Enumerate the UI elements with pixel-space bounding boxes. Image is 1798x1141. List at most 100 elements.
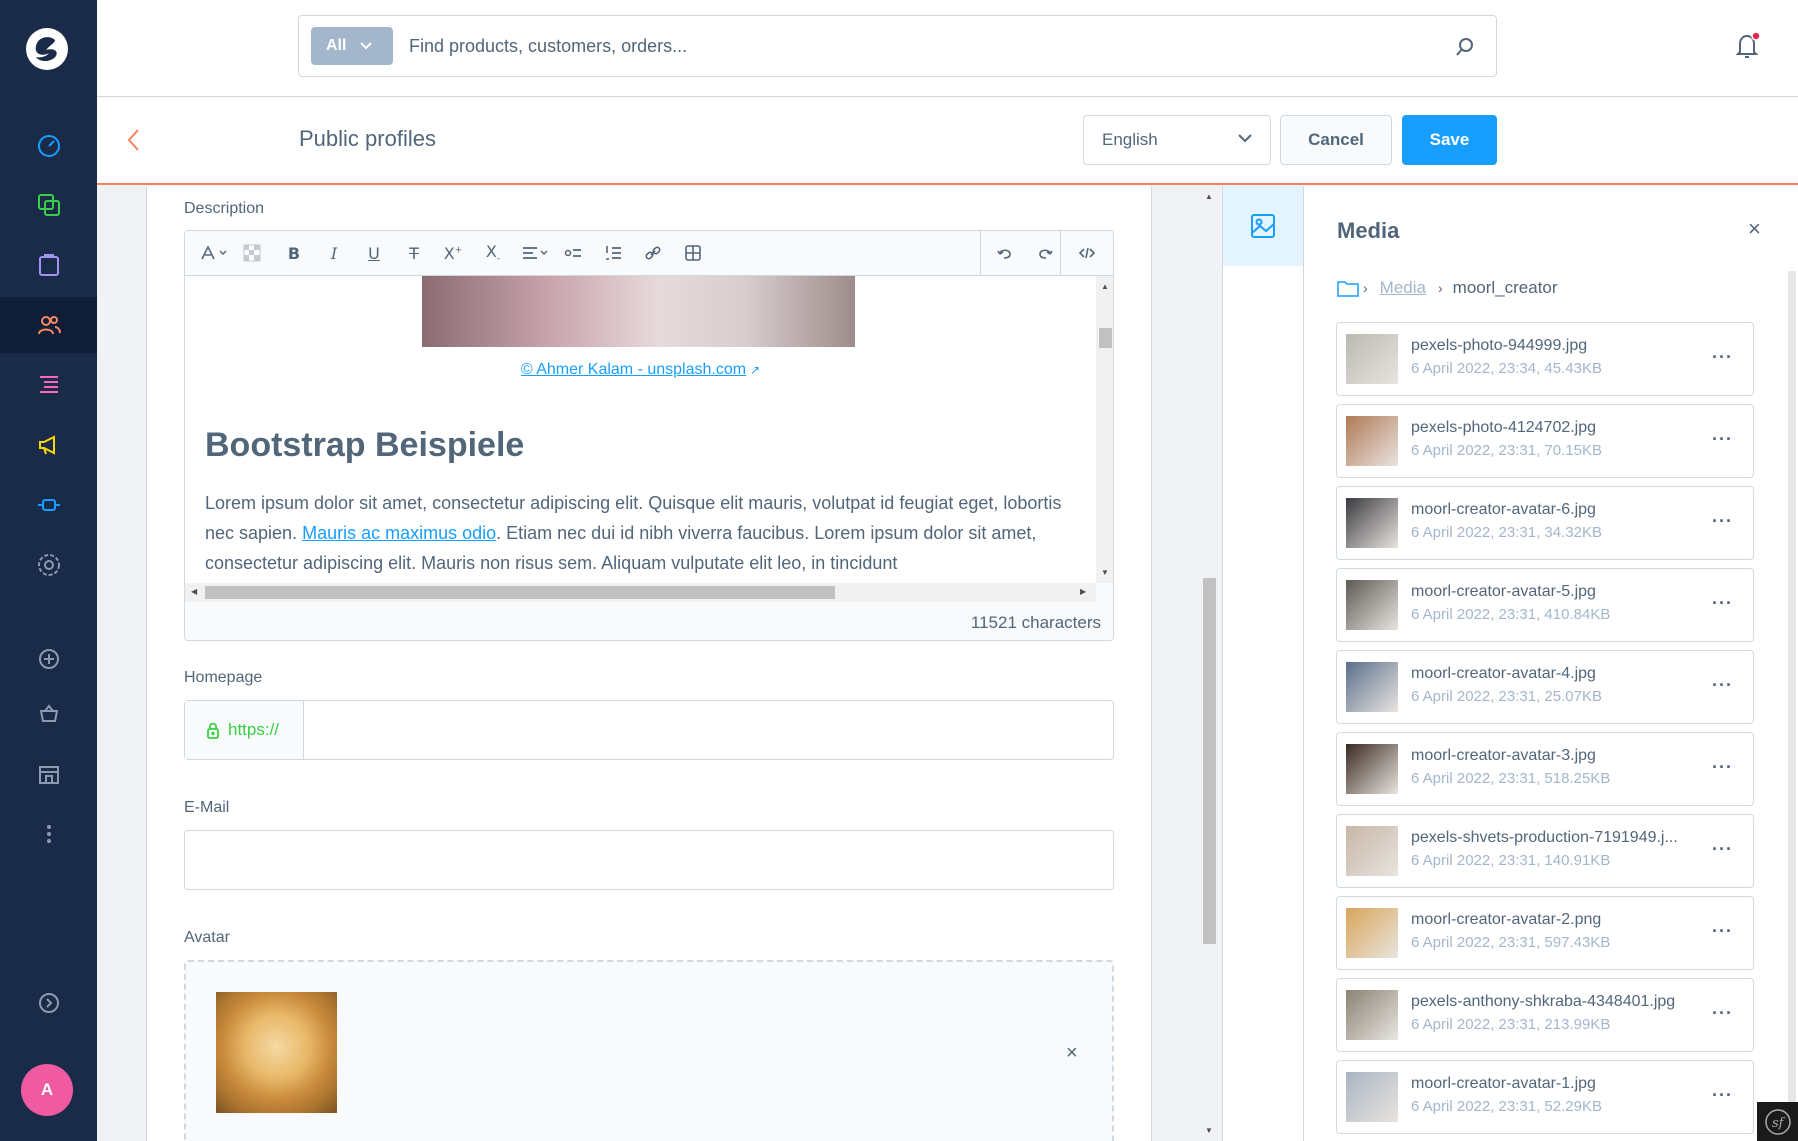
more-options-icon[interactable]: ··· (1712, 511, 1733, 532)
main-scroll-thumb[interactable] (1203, 578, 1216, 944)
language-select-value: English (1102, 130, 1158, 149)
bullet-list-button[interactable] (561, 241, 585, 265)
media-thumbnail (1346, 908, 1398, 958)
symfony-logo-icon: sf (1764, 1108, 1791, 1135)
media-item[interactable]: pexels-photo-4124702.jpg 6 April 2022, 23… (1336, 404, 1754, 478)
image-credit-link[interactable]: © Ahmer Kalam - unsplash.com ↗ (185, 361, 1096, 379)
editor-vertical-scrollbar[interactable]: ▲ ▼ (1096, 276, 1113, 583)
editor-vertical-scroll-thumb[interactable] (1099, 328, 1112, 348)
scroll-down-arrow-icon[interactable]: ▼ (1205, 1126, 1213, 1135)
more-options-icon[interactable]: ··· (1712, 429, 1733, 450)
paragraph-link[interactable]: Mauris ac maximus odio (302, 523, 496, 543)
more-options-icon[interactable]: ··· (1712, 675, 1733, 696)
strikethrough-button[interactable]: T (402, 241, 426, 265)
more-options-icon[interactable]: ··· (1712, 839, 1733, 860)
remove-avatar-icon[interactable]: × (1066, 1042, 1078, 1065)
symfony-toolbar-icon[interactable]: sf (1757, 1102, 1798, 1141)
search-input[interactable] (409, 28, 1409, 64)
media-item[interactable]: moorl-creator-avatar-6.jpg 6 April 2022, … (1336, 486, 1754, 560)
cancel-button[interactable]: Cancel (1280, 115, 1392, 165)
bold-icon: B (287, 243, 301, 263)
expand-icon (38, 993, 59, 1013)
media-item[interactable]: moorl-creator-avatar-2.png 6 April 2022, … (1336, 896, 1754, 970)
align-button[interactable] (519, 241, 553, 265)
nav-catalogues[interactable] (0, 177, 97, 233)
catalogue-icon (37, 194, 60, 216)
media-item[interactable]: moorl-creator-avatar-1.jpg 6 April 2022, … (1336, 1060, 1754, 1134)
redo-button[interactable] (1033, 241, 1057, 265)
scroll-right-arrow-icon[interactable]: ▶ (1080, 587, 1086, 596)
scroll-up-arrow-icon[interactable]: ▲ (1205, 192, 1213, 201)
underline-button[interactable]: U (362, 241, 386, 265)
media-panel-scrollbar[interactable] (1785, 271, 1798, 1141)
more-options-icon[interactable]: ··· (1712, 921, 1733, 942)
save-button[interactable]: Save (1402, 115, 1497, 165)
media-item[interactable]: pexels-anthony-shkraba-4348401.jpg 6 Apri… (1336, 978, 1754, 1052)
nav-expand[interactable] (0, 975, 97, 1031)
code-view-button[interactable] (1075, 241, 1099, 265)
image-credit-text: © Ahmer Kalam - unsplash.com (520, 361, 747, 378)
notification-bell-icon[interactable] (1732, 30, 1764, 62)
shopware-logo-icon[interactable] (24, 26, 70, 72)
bold-button[interactable]: B (282, 241, 306, 265)
editor-content[interactable]: © Ahmer Kalam - unsplash.com ↗ Bootstrap … (185, 276, 1096, 583)
https-prefix[interactable]: https:// (185, 701, 304, 759)
more-options-icon[interactable]: ··· (1712, 757, 1733, 778)
nav-extensions[interactable] (0, 477, 97, 533)
editor-horizontal-scroll-thumb[interactable] (205, 586, 835, 599)
nav-more[interactable] (0, 806, 97, 862)
close-media-panel-icon[interactable]: × (1748, 216, 1761, 242)
scroll-left-arrow-icon[interactable]: ◀ (191, 587, 197, 596)
media-item[interactable]: pexels-photo-944999.jpg 6 April 2022, 23:… (1336, 322, 1754, 396)
scroll-up-arrow-icon[interactable]: ▲ (1101, 282, 1109, 291)
text-style-button[interactable] (197, 241, 233, 265)
user-avatar[interactable]: A (21, 1064, 73, 1116)
nav-orders[interactable] (0, 237, 97, 293)
nav-sales-channel[interactable] (0, 686, 97, 742)
content-paragraph: Lorem ipsum dolor sit amet, consectetur … (205, 488, 1085, 578)
admin-sidebar: A (0, 0, 97, 1141)
nav-add-sales-channel[interactable] (0, 631, 97, 687)
nav-dashboard[interactable] (0, 117, 97, 173)
image-icon (1251, 214, 1275, 238)
back-arrow-icon[interactable] (124, 127, 144, 153)
scroll-down-arrow-icon[interactable]: ▼ (1101, 568, 1109, 577)
avatar-upload-area[interactable]: × (184, 960, 1114, 1141)
link-button[interactable] (641, 241, 665, 265)
toolbar-divider (980, 231, 981, 276)
undo-button[interactable] (993, 241, 1017, 265)
media-item[interactable]: moorl-creator-avatar-4.jpg 6 April 2022, … (1336, 650, 1754, 724)
editor-horizontal-scrollbar[interactable]: ◀ ▶ (185, 583, 1096, 602)
sidebar-icon-strip (1222, 186, 1304, 1141)
more-options-icon[interactable]: ··· (1712, 593, 1733, 614)
table-button[interactable] (681, 241, 705, 265)
language-select[interactable]: English (1083, 115, 1271, 165)
nav-storefront[interactable] (0, 746, 97, 802)
breadcrumb-root[interactable]: Media (1380, 278, 1426, 298)
subscript-button[interactable]: X- (481, 241, 505, 265)
homepage-field[interactable]: https:// (184, 700, 1114, 760)
more-options-icon[interactable]: ··· (1712, 1003, 1733, 1024)
search-filter-dropdown[interactable]: All (311, 27, 393, 65)
more-options-icon[interactable]: ··· (1712, 1085, 1733, 1106)
media-panel: Media × › Media › moorl_creator pexels-p… (1304, 186, 1798, 1141)
superscript-button[interactable]: X+ (441, 241, 465, 265)
nav-customers[interactable] (0, 297, 97, 353)
nav-settings[interactable] (0, 537, 97, 593)
media-item[interactable]: moorl-creator-avatar-3.jpg 6 April 2022, … (1336, 732, 1754, 806)
more-options-icon[interactable]: ··· (1712, 347, 1733, 368)
media-item[interactable]: pexels-shvets-production-7191949.j... 6 A… (1336, 814, 1754, 888)
email-field[interactable] (184, 830, 1114, 890)
numbered-list-button[interactable] (601, 241, 625, 265)
media-thumbnail (1346, 334, 1398, 384)
sidebar-media-button[interactable] (1223, 186, 1303, 266)
nav-marketing[interactable] (0, 417, 97, 473)
italic-button[interactable]: I (322, 241, 346, 265)
media-thumbnail (1346, 498, 1398, 548)
media-item[interactable]: moorl-creator-avatar-5.jpg 6 April 2022, … (1336, 568, 1754, 642)
text-color-button[interactable] (240, 241, 264, 265)
nav-content[interactable] (0, 357, 97, 413)
search-icon[interactable] (1454, 36, 1476, 58)
main-scrollbar[interactable]: ▲ ▼ (1200, 186, 1219, 1141)
media-panel-scroll-thumb[interactable] (1788, 271, 1796, 1141)
